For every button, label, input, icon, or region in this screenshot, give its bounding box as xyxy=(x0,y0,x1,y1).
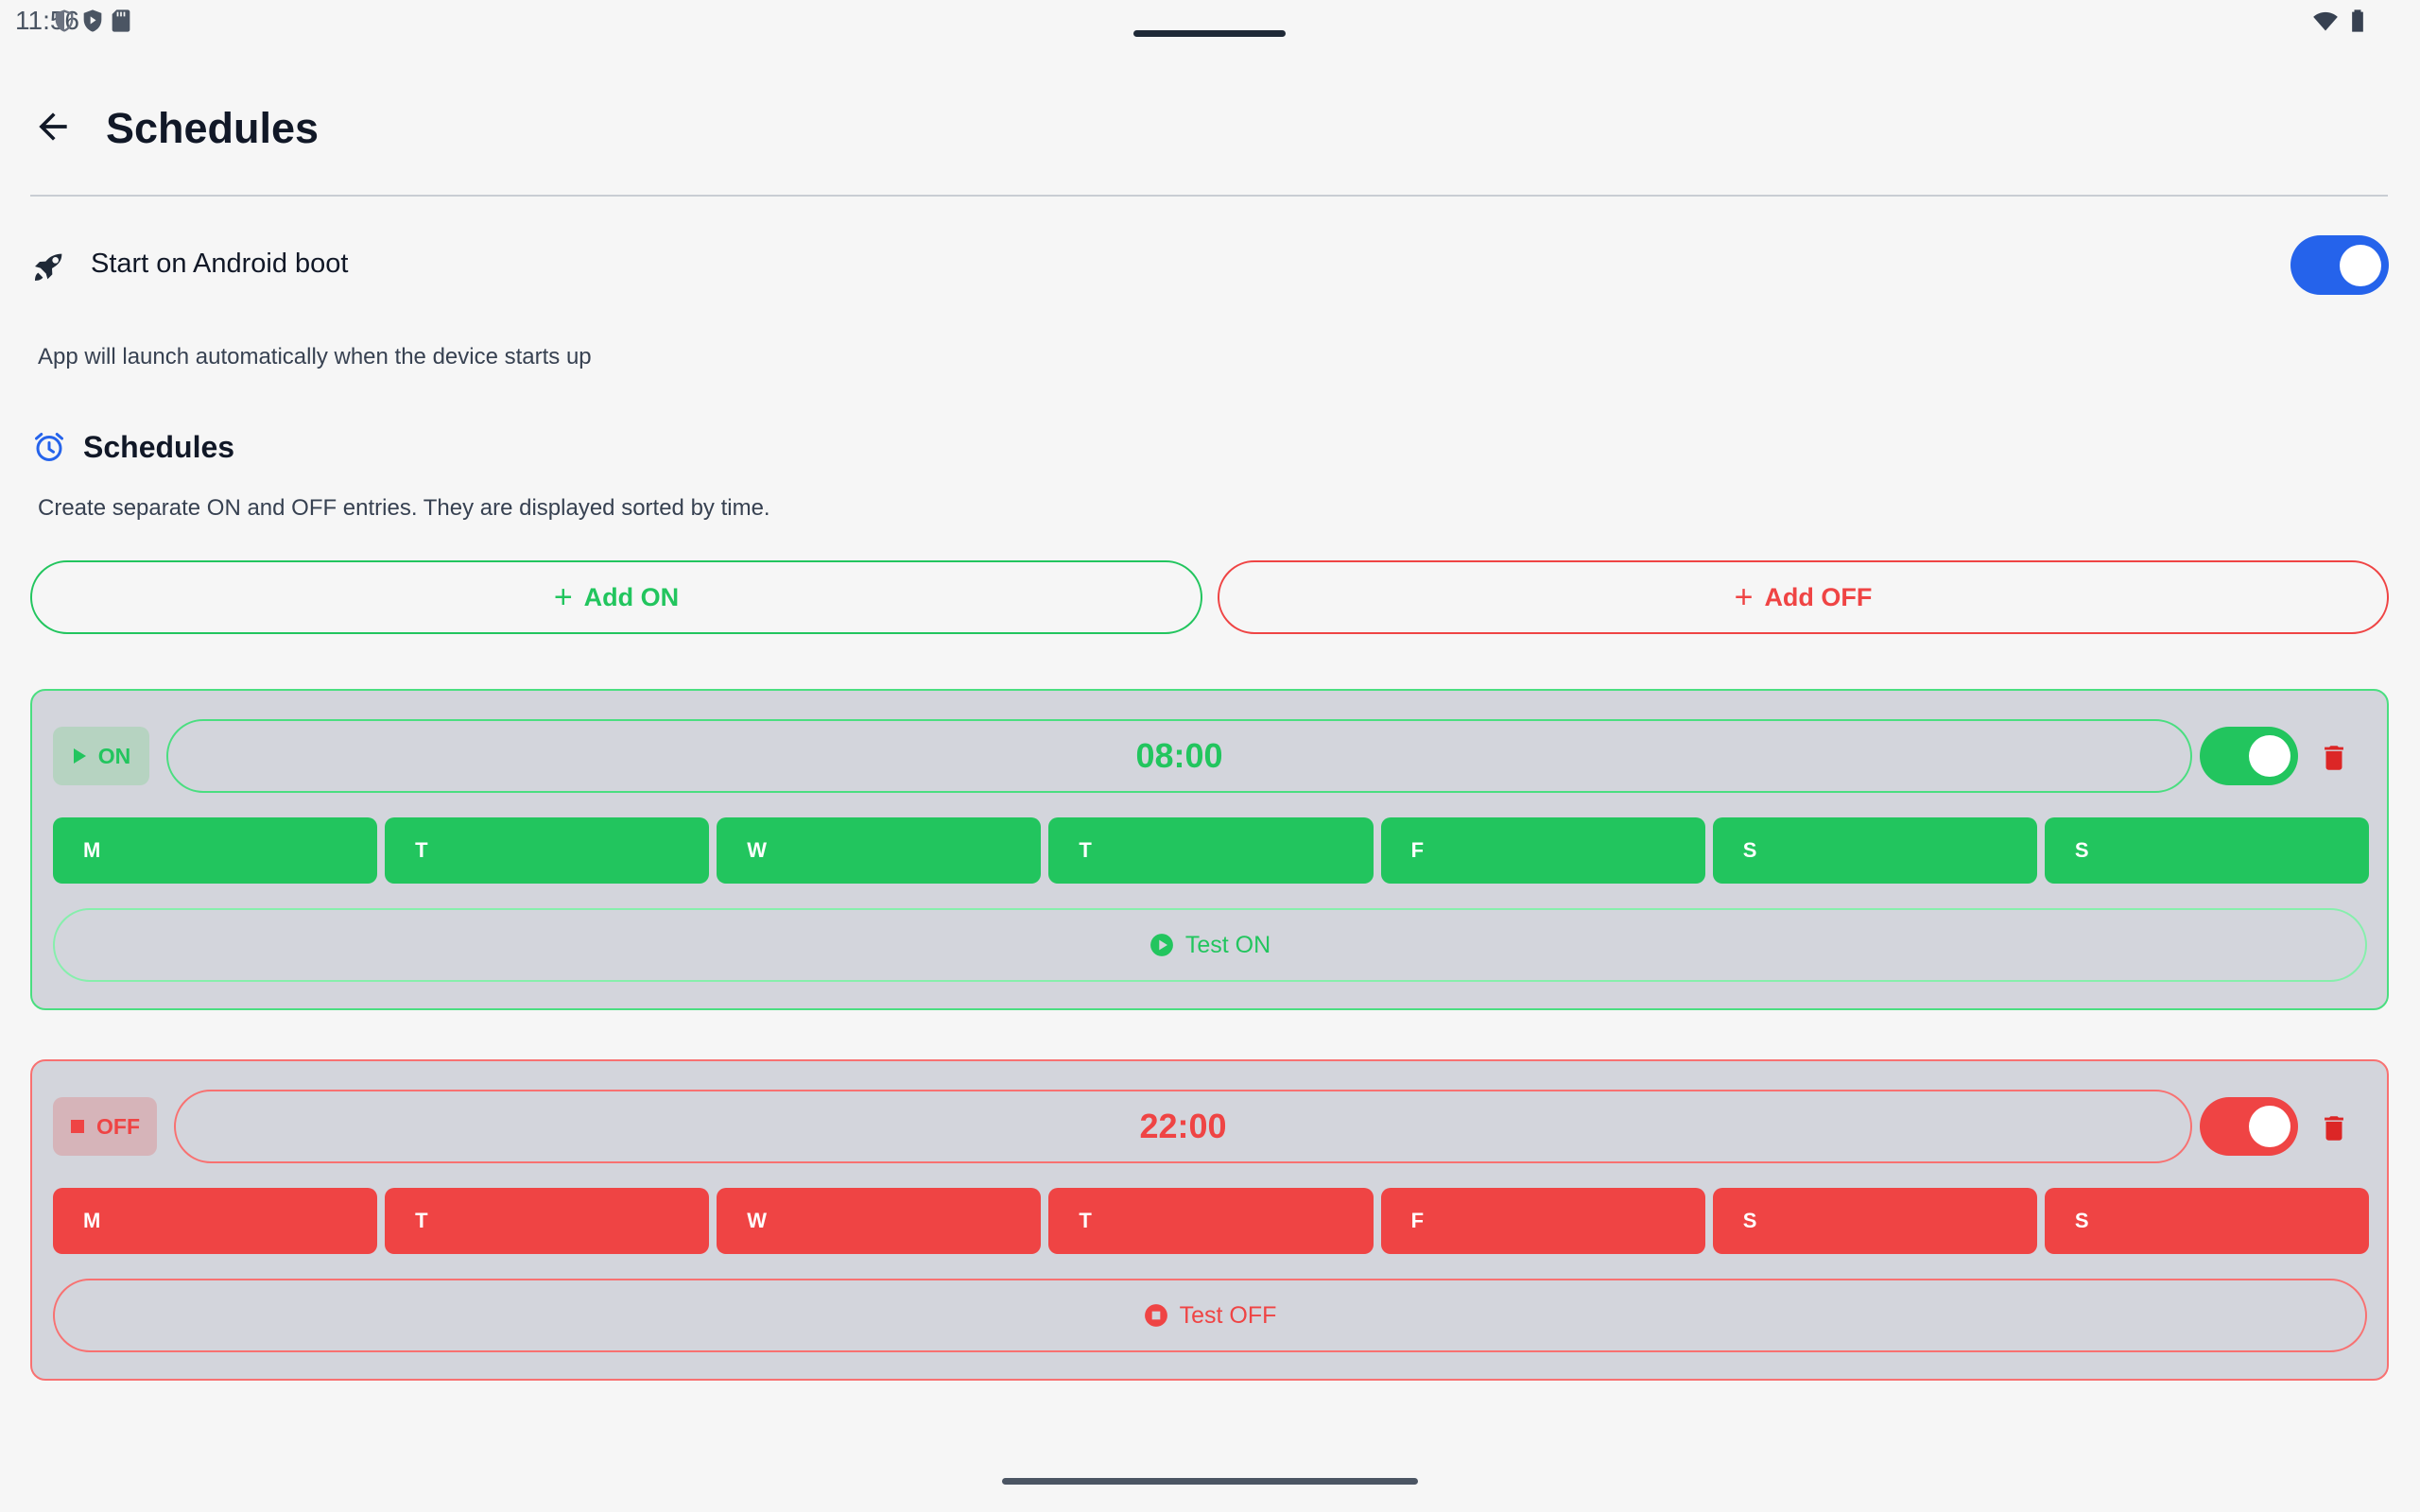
day-button-friday[interactable]: F xyxy=(1380,1188,1705,1254)
schedule-card-on: ON 08:00 M T W T F S S Test ON xyxy=(30,689,2389,1010)
play-icon xyxy=(73,748,86,764)
plus-icon: + xyxy=(1734,579,1754,615)
schedule-toggle[interactable] xyxy=(2200,727,2298,785)
test-on-label: Test ON xyxy=(1184,931,1271,958)
stop-circle-icon xyxy=(1144,1304,1167,1327)
camera-notch-bar xyxy=(1133,30,1286,37)
section-description: Create separate ON and OFF entries. They… xyxy=(38,495,770,521)
trash-icon[interactable] xyxy=(2318,1112,2350,1144)
back-arrow-icon[interactable] xyxy=(32,106,74,147)
type-badge-off: OFF xyxy=(53,1097,157,1156)
play-circle-icon xyxy=(1150,934,1173,956)
test-off-label: Test OFF xyxy=(1179,1301,1277,1329)
type-badge-label: OFF xyxy=(96,1113,140,1139)
time-field[interactable]: 22:00 xyxy=(174,1090,2192,1163)
day-selector: M T W T F S S xyxy=(53,1188,2369,1254)
day-button-sunday[interactable]: S xyxy=(2044,817,2369,884)
day-button-thursday[interactable]: T xyxy=(1048,1188,1374,1254)
day-button-tuesday[interactable]: T xyxy=(385,1188,710,1254)
boot-setting-label: Start on Android boot xyxy=(91,249,349,279)
trash-icon[interactable] xyxy=(2318,742,2350,774)
add-off-button[interactable]: + Add OFF xyxy=(1218,560,2389,634)
boot-toggle[interactable] xyxy=(2290,235,2389,295)
battery-icon xyxy=(2352,9,2363,32)
day-button-monday[interactable]: M xyxy=(53,1188,378,1254)
plus-icon: + xyxy=(553,579,573,615)
shield-play-icon xyxy=(83,9,102,32)
section-title: Schedules xyxy=(83,430,235,464)
day-button-thursday[interactable]: T xyxy=(1048,817,1374,884)
home-indicator[interactable] xyxy=(1002,1478,1418,1485)
day-button-friday[interactable]: F xyxy=(1380,817,1705,884)
toggle-knob xyxy=(2340,245,2381,286)
day-button-saturday[interactable]: S xyxy=(1712,1188,2037,1254)
boot-description: App will launch automatically when the d… xyxy=(38,344,592,369)
schedule-card-off: OFF 22:00 M T W T F S S Test OFF xyxy=(30,1059,2389,1381)
day-button-tuesday[interactable]: T xyxy=(385,817,710,884)
time-field[interactable]: 08:00 xyxy=(166,719,2192,793)
day-button-wednesday[interactable]: W xyxy=(717,817,1042,884)
add-on-label: Add ON xyxy=(583,582,680,611)
wifi-icon xyxy=(2313,11,2338,31)
test-off-button[interactable]: Test OFF xyxy=(53,1279,2367,1352)
stop-icon xyxy=(71,1120,84,1133)
day-button-wednesday[interactable]: W xyxy=(717,1188,1042,1254)
add-off-label: Add OFF xyxy=(1764,582,1873,611)
toggle-knob xyxy=(2249,735,2290,777)
day-button-sunday[interactable]: S xyxy=(2044,1188,2369,1254)
type-badge-label: ON xyxy=(97,743,131,768)
shield-outline-icon xyxy=(55,9,74,32)
type-badge-on: ON xyxy=(53,727,149,785)
page-title: Schedules xyxy=(106,104,320,152)
add-on-button[interactable]: + Add ON xyxy=(30,560,1202,634)
header-divider xyxy=(30,195,2388,197)
alarm-clock-icon xyxy=(35,433,63,461)
sd-card-icon xyxy=(112,9,130,32)
rocket-icon xyxy=(35,253,62,281)
day-selector: M T W T F S S xyxy=(53,817,2369,884)
test-on-button[interactable]: Test ON xyxy=(53,908,2367,982)
schedule-toggle[interactable] xyxy=(2200,1097,2298,1156)
day-button-monday[interactable]: M xyxy=(53,817,378,884)
toggle-knob xyxy=(2249,1106,2290,1147)
day-button-saturday[interactable]: S xyxy=(1712,817,2037,884)
